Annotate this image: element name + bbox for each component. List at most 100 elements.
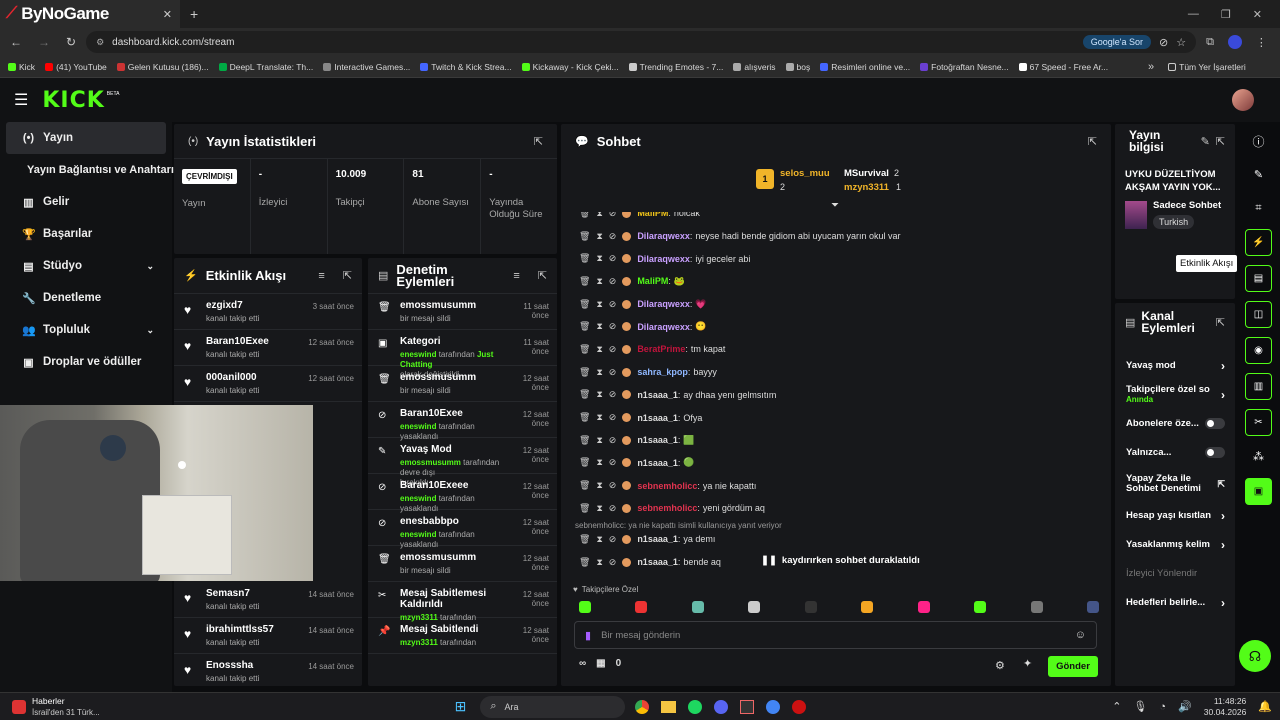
sidebar-item[interactable]: ▥ Gelir <box>6 186 166 218</box>
paused-notice[interactable]: ❚❚ kaydırırken sohbet duraklatıldı <box>761 555 920 566</box>
windows-start-icon[interactable]: ⊞ <box>455 698 467 715</box>
emote-icon[interactable] <box>1086 601 1099 613</box>
moderation-row[interactable]: 🗑 emossmusumm bir mesajı sildi 12 saat önce <box>368 366 557 402</box>
timeout-icon[interactable]: ⧗ <box>596 231 602 242</box>
moderator-name[interactable]: eneswind <box>400 350 436 359</box>
chat-message[interactable]: 🗑 ⧗ ⊘ BeratPrime: tm kapat <box>561 338 1101 361</box>
back-icon[interactable]: ← <box>10 35 22 49</box>
emote-icon[interactable] <box>691 601 704 613</box>
timeout-icon[interactable]: ⧗ <box>596 557 602 568</box>
moderator-name[interactable]: eneswind <box>400 530 436 539</box>
activity-row[interactable]: ♥ ibrahimttlss57 kanalı takip etti 14 saat … <box>174 618 362 654</box>
channel-action-item[interactable]: İzleyici Yönlendir <box>1115 559 1235 588</box>
pen-icon[interactable]: ✎ <box>1254 163 1263 187</box>
chat-username[interactable]: Dilaraqwexx <box>637 299 690 309</box>
extensions-icon[interactable]: ⧉ <box>1206 36 1214 49</box>
star-icon[interactable]: ☆ <box>1176 36 1186 49</box>
timeout-icon[interactable]: ⧗ <box>596 457 602 468</box>
bookmark-link[interactable]: boş <box>785 62 810 72</box>
browser-tab[interactable]: ⟋ ByNoGame ✕ <box>0 0 180 28</box>
chat-username[interactable]: n1saaa_1 <box>637 458 678 468</box>
delete-message-icon[interactable]: 🗑 <box>579 480 590 491</box>
ban-icon[interactable]: ⊘ <box>609 212 617 219</box>
forward-icon[interactable]: → <box>38 35 50 49</box>
close-tab-icon[interactable]: ✕ <box>163 8 172 21</box>
toggle-switch[interactable] <box>1204 447 1225 458</box>
activity-row[interactable]: ♥ 000anil000 kanalı takip etti 12 saat önce <box>174 366 362 402</box>
moderation-target[interactable]: emossmusumm <box>400 552 508 563</box>
moderator-name[interactable]: eneswind <box>400 494 436 503</box>
timeout-icon[interactable]: ⧗ <box>596 253 602 264</box>
chat-username[interactable]: sahra_kpop <box>637 367 688 377</box>
news-widget-icon[interactable] <box>12 699 26 714</box>
timeout-icon[interactable]: ⧗ <box>596 276 602 287</box>
moderation-target[interactable]: emossmusumm <box>400 300 508 311</box>
bookmark-link[interactable]: alışveris <box>733 62 776 72</box>
ban-icon[interactable]: ⊘ <box>609 435 617 446</box>
delete-message-icon[interactable]: 🗑 <box>579 321 590 332</box>
moderation-row[interactable]: ⊘ enesbabbpo eneswind tarafından yasakland… <box>368 510 557 549</box>
news-title[interactable]: Haberler <box>32 696 100 707</box>
timeout-icon[interactable]: ⧗ <box>596 534 602 545</box>
moderation-row[interactable]: ⊘ Baran10Exeee eneswind tarafından yasakla… <box>368 474 557 513</box>
collapse-icon[interactable]: ⏷ <box>831 200 839 211</box>
settings-icon[interactable]: ⚙ <box>995 659 1005 672</box>
emote-icon[interactable] <box>917 601 930 613</box>
notes-icon[interactable]: ▤ <box>1245 265 1272 292</box>
ban-icon[interactable]: ⊘ <box>609 321 617 332</box>
timeout-icon[interactable]: ⧗ <box>596 389 602 400</box>
moderation-target[interactable]: emossmusumm <box>400 372 508 383</box>
activity-row[interactable]: ♥ Enosssha kanalı takip etti 14 saat önce <box>174 654 362 686</box>
popout-icon[interactable]: ⇱ <box>343 269 352 282</box>
channel-action-item[interactable]: Yasaklanmış kelim › <box>1115 530 1235 559</box>
moderation-target[interactable]: enesbabbpo <box>400 516 508 527</box>
popout-icon[interactable]: ⇱ <box>538 269 547 282</box>
timeout-icon[interactable]: ⧗ <box>596 503 602 514</box>
window-close-icon[interactable]: ✕ <box>1253 8 1262 21</box>
delete-message-icon[interactable]: 🗑 <box>579 534 590 545</box>
clock-time[interactable]: 11:48:26 <box>1204 696 1246 707</box>
delete-message-icon[interactable]: 🗑 <box>579 231 590 242</box>
moderation-target[interactable]: Kategori <box>400 336 508 347</box>
chat-username[interactable]: n1saaa_1 <box>637 557 678 567</box>
bookmark-link[interactable]: Twitch & Kick Strea... <box>420 62 512 72</box>
all-bookmarks-link[interactable]: Tüm Yer İşaretleri <box>1168 62 1246 72</box>
emote-icon[interactable] <box>861 601 874 613</box>
opera-icon[interactable] <box>792 699 807 714</box>
crop-icon[interactable]: ⌗ <box>1255 196 1261 220</box>
hamburger-menu-icon[interactable]: ☰ <box>14 90 28 110</box>
chat-message[interactable]: 🗑 ⧗ ⊘ n1saaa_1: 🟩 <box>561 429 1101 452</box>
chat-message[interactable]: 🗑 ⧗ ⊘ Dilaraqwexx: 😶 <box>561 315 1101 338</box>
mic-icon[interactable]: ▮ <box>585 629 591 642</box>
chat-username[interactable]: sebnemholicc <box>637 481 697 491</box>
ban-icon[interactable]: ⊘ <box>609 389 617 400</box>
chat-username[interactable]: n1saaa_1 <box>637 534 678 544</box>
edit-icon[interactable]: ✎ <box>1201 135 1210 148</box>
chat-username[interactable]: Dilaraqwexx <box>637 322 690 332</box>
wifi-icon[interactable]: ◔ <box>1159 701 1166 713</box>
moderation-row[interactable]: ▣ Kategori eneswind tarafından Just Chatti… <box>368 330 557 379</box>
delete-message-icon[interactable]: 🗑 <box>579 557 590 568</box>
moderation-row[interactable]: ✂ Mesaj Sabitlemesi Kaldırıldı mzyn3311 ta… <box>368 582 557 622</box>
volume-icon[interactable]: 🔊 <box>1178 700 1192 713</box>
explorer-icon[interactable] <box>661 700 677 713</box>
profile-icon[interactable] <box>1227 35 1242 49</box>
moderation-toggle-icon[interactable]: ▥ <box>1245 373 1272 400</box>
chat-username[interactable]: Dilaraqwexx <box>637 231 690 241</box>
activity-row[interactable]: ♥ Semasn7 kanalı takip etti 14 saat önce <box>174 582 362 618</box>
bookmark-link[interactable]: Fotoğraftan Nesne... <box>920 62 1009 72</box>
bookmark-link[interactable]: Resimleri online ve... <box>820 62 910 72</box>
ban-icon[interactable]: ⊘ <box>609 253 617 264</box>
emote-icon[interactable] <box>635 601 648 613</box>
timeout-icon[interactable]: ⧗ <box>596 435 602 446</box>
delete-message-icon[interactable]: 🗑 <box>579 276 590 287</box>
chat-username[interactable]: n1saaa_1 <box>637 390 678 400</box>
emote-icon[interactable] <box>804 601 817 613</box>
tools-toggle-icon[interactable]: ✂ <box>1245 409 1272 436</box>
chrome-icon[interactable] <box>635 699 650 714</box>
chat-username[interactable]: Dilaraqwexx <box>637 254 690 264</box>
tray-chevron-icon[interactable]: ⌃ <box>1112 700 1121 713</box>
moderation-row[interactable]: 📌 Mesaj Sabitlendi mzyn3311 tarafından 12 s… <box>368 618 557 654</box>
filter-icon[interactable]: ≡ <box>513 270 519 282</box>
broadcast-toggle-icon[interactable]: ◉ <box>1245 337 1272 364</box>
